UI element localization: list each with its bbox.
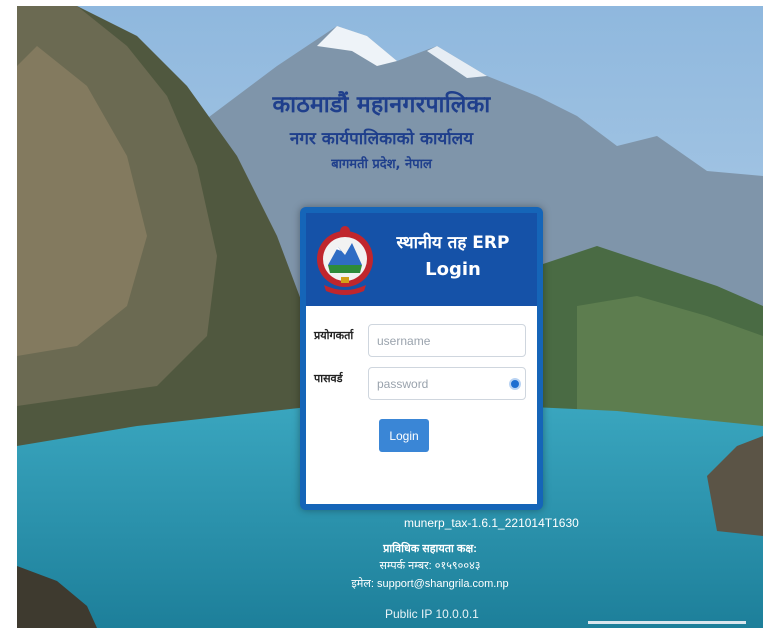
erp-title: स्थानीय तह ERP (396, 233, 510, 253)
support-email: इमेल: support@shangrila.com.np (351, 578, 509, 590)
municipality-name: काठमाडौं महानगरपालिका (272, 92, 491, 118)
password-input[interactable] (368, 367, 526, 400)
password-label: पासवर्ड (314, 372, 343, 385)
public-ip: Public IP 10.0.0.1 (385, 607, 479, 621)
username-input[interactable] (368, 324, 526, 357)
version-text: munerp_tax-1.6.1_221014T1630 (404, 516, 579, 530)
login-card: स्थानीय तह ERP Login प्रयोगकर्ता पासवर्ड… (300, 207, 543, 510)
login-heading: Login (425, 259, 481, 280)
login-card-header: स्थानीय तह ERP Login (306, 213, 537, 306)
support-heading: प्राविधिक सहायता कक्ष: (383, 543, 477, 555)
username-label: प्रयोगकर्ता (314, 329, 354, 342)
support-phone: सम्पर्क नम्बर: ०१५९००४३ (379, 560, 481, 572)
province-name: बागमती प्रदेश, नेपाल (331, 157, 432, 172)
login-form: प्रयोगकर्ता पासवर्ड Login (306, 306, 537, 504)
eye-icon[interactable] (509, 378, 521, 390)
office-name: नगर कार्यपालिकाको कार्यालय (289, 129, 474, 149)
support-info: प्राविधिक सहायता कक्ष: सम्पर्क नम्बर: ०१… (0, 541, 763, 593)
login-card-title: स्थानीय तह ERP Login (378, 231, 528, 283)
municipality-header: काठमाडौं महानगरपालिका नगर कार्यपालिकाको … (0, 90, 763, 174)
login-button[interactable]: Login (379, 419, 429, 452)
nepal-emblem-icon (317, 226, 373, 295)
bottom-bar (588, 621, 746, 624)
